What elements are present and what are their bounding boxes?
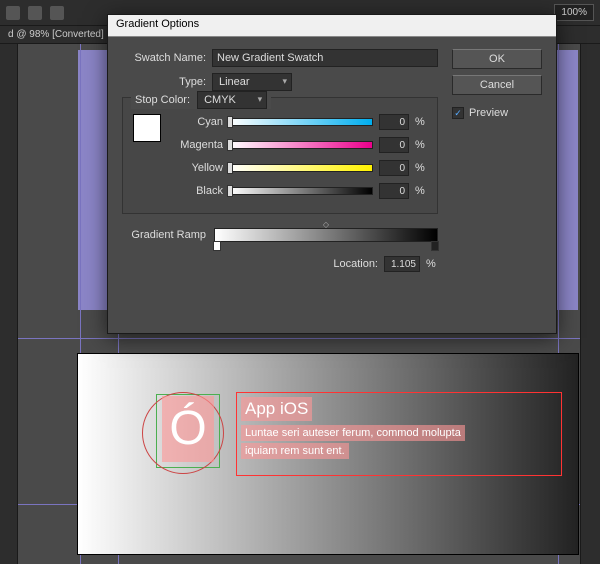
stop-color-section: Stop Color: CMYK Cyan % Magenta bbox=[122, 97, 438, 214]
black-slider[interactable] bbox=[229, 187, 373, 195]
preview-checkbox[interactable]: ✓ bbox=[452, 107, 464, 119]
dialog-title: Gradient Options bbox=[108, 15, 556, 37]
yellow-input[interactable] bbox=[379, 160, 409, 176]
gradient-ramp-label: Gradient Ramp bbox=[122, 229, 206, 241]
glyph: Ó bbox=[169, 405, 206, 453]
cyan-slider[interactable] bbox=[229, 118, 373, 126]
slider-thumb[interactable] bbox=[227, 139, 233, 151]
percent-label: % bbox=[415, 139, 427, 151]
swatch-name-label: Swatch Name: bbox=[122, 52, 206, 64]
slider-thumb[interactable] bbox=[227, 116, 233, 128]
gradient-stop-end[interactable] bbox=[431, 241, 439, 251]
toolbar-icons bbox=[6, 6, 64, 20]
gradient-ramp[interactable]: ◇ bbox=[214, 228, 438, 242]
location-input[interactable] bbox=[384, 256, 420, 272]
magenta-slider[interactable] bbox=[229, 141, 373, 149]
black-input[interactable] bbox=[379, 183, 409, 199]
type-dropdown[interactable]: Linear bbox=[212, 73, 292, 91]
gradient-stop-start[interactable] bbox=[213, 241, 221, 251]
percent-label: % bbox=[415, 162, 427, 174]
zoom-level[interactable]: 100% bbox=[554, 4, 594, 21]
glyph-box: Ó bbox=[162, 396, 214, 462]
slider-thumb[interactable] bbox=[227, 162, 233, 174]
location-label: Location: bbox=[333, 258, 378, 270]
guide[interactable] bbox=[18, 338, 600, 339]
stop-color-label: Stop Color: bbox=[135, 94, 190, 106]
preview-label: Preview bbox=[469, 107, 508, 119]
cyan-label: Cyan bbox=[171, 116, 223, 128]
body-line: Luntae seri auteser ferum, commod molupt… bbox=[241, 425, 465, 441]
headline: App iOS bbox=[241, 397, 312, 421]
text-frame[interactable]: App iOS Luntae seri auteser ferum, commo… bbox=[236, 392, 562, 476]
percent-label: % bbox=[415, 185, 427, 197]
percent-label: % bbox=[415, 116, 427, 128]
swatch-name-input[interactable] bbox=[212, 49, 438, 67]
percent-label: % bbox=[426, 258, 438, 270]
magenta-input[interactable] bbox=[379, 137, 409, 153]
magenta-label: Magenta bbox=[171, 139, 223, 151]
yellow-slider[interactable] bbox=[229, 164, 373, 172]
tool-icon[interactable] bbox=[6, 6, 20, 20]
slider-thumb[interactable] bbox=[227, 185, 233, 197]
tool-icon[interactable] bbox=[50, 6, 64, 20]
body-line: iquiam rem sunt ent. bbox=[241, 443, 349, 459]
black-label: Black bbox=[171, 185, 223, 197]
panel-dock[interactable] bbox=[580, 44, 600, 564]
tool-icon[interactable] bbox=[28, 6, 42, 20]
midpoint-icon[interactable]: ◇ bbox=[323, 220, 329, 229]
yellow-label: Yellow bbox=[171, 162, 223, 174]
color-swatch[interactable] bbox=[133, 114, 161, 142]
stop-color-dropdown[interactable]: CMYK bbox=[197, 91, 267, 109]
cancel-button[interactable]: Cancel bbox=[452, 75, 542, 95]
ruler-vertical bbox=[0, 44, 18, 564]
type-label: Type: bbox=[122, 76, 206, 88]
ok-button[interactable]: OK bbox=[452, 49, 542, 69]
document-tab-label: d @ 98% [Converted] bbox=[8, 29, 104, 40]
cyan-input[interactable] bbox=[379, 114, 409, 130]
gradient-options-dialog: Gradient Options Swatch Name: Type: Line… bbox=[107, 14, 557, 334]
